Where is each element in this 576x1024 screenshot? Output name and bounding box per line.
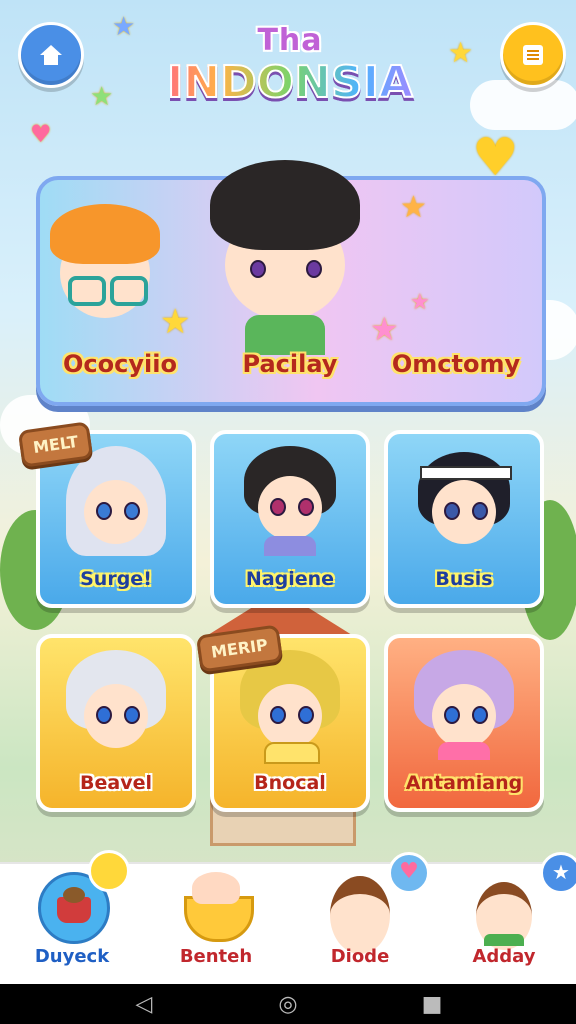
character-card[interactable]: Beavel [36, 634, 196, 812]
heart-icon: ♥ [388, 852, 430, 894]
character-avatar [40, 198, 170, 328]
nav-label: Benteh [179, 946, 253, 967]
character-card[interactable]: Nagiene [210, 430, 370, 608]
recents-icon[interactable]: ■ [402, 984, 462, 1024]
featured-panel[interactable]: ★ ★ ★ ★ Ococyiio Pacilay Omctomy [36, 160, 546, 406]
home-icon [40, 45, 62, 65]
card-name: Beavel [80, 772, 152, 794]
star-icon: ★ [90, 82, 114, 112]
character-card[interactable]: Busis [384, 430, 544, 608]
card-name: Surge! [80, 568, 152, 590]
game-title: Tha INDONSIA [150, 23, 430, 109]
title-small: Tha [257, 23, 323, 58]
star-icon: ★ [400, 190, 427, 225]
card-name: Busis [435, 568, 493, 590]
character-avatar [240, 446, 340, 556]
nav-label: Duyeck [34, 946, 110, 967]
home-circle-icon[interactable]: ◎ [258, 984, 318, 1024]
card-name: Antamiang [405, 772, 523, 794]
character-avatar [414, 650, 514, 760]
star-button[interactable]: ★ [540, 852, 576, 894]
featured-name: Ococyiio [63, 350, 177, 378]
character-avatar [66, 650, 166, 760]
menu-button[interactable] [500, 22, 566, 88]
featured-name: Pacilay [242, 350, 338, 378]
list-icon [523, 45, 543, 65]
character-avatar [66, 446, 166, 556]
character-avatar [240, 650, 340, 764]
nav-item-benteh[interactable]: Benteh [144, 864, 288, 986]
character-avatar [190, 150, 380, 355]
star-icon: ★ [160, 302, 191, 342]
home-button[interactable] [18, 22, 84, 88]
nav-label: Adday [472, 946, 536, 967]
star-icon: ★ [448, 36, 474, 69]
nav-label: Diode [330, 946, 390, 967]
card-name: Nagiene [245, 568, 335, 590]
star-icon: ★ [112, 12, 136, 42]
system-navigation-bar: ◁ ◎ ■ [0, 984, 576, 1024]
character-avatar [414, 446, 514, 556]
character-icon [330, 876, 390, 954]
nav-item-duyeck[interactable]: Duyeck [0, 850, 144, 986]
featured-name: Omctomy [391, 350, 521, 378]
back-icon[interactable]: ◁ [114, 984, 174, 1024]
bottom-navigation: Duyeck Benteh ♥ Diode Adday ★ [0, 850, 576, 986]
card-name: Bnocal [254, 772, 326, 794]
title-main: INDONSIA [150, 57, 430, 109]
star-icon: ★ [370, 310, 399, 348]
leaf-badge-icon [88, 850, 130, 892]
nav-item-diode[interactable]: ♥ Diode [288, 852, 432, 986]
character-card[interactable]: Antamiang [384, 634, 544, 812]
star-icon: ★ [410, 290, 430, 315]
heart-icon: ♥ [30, 120, 52, 148]
